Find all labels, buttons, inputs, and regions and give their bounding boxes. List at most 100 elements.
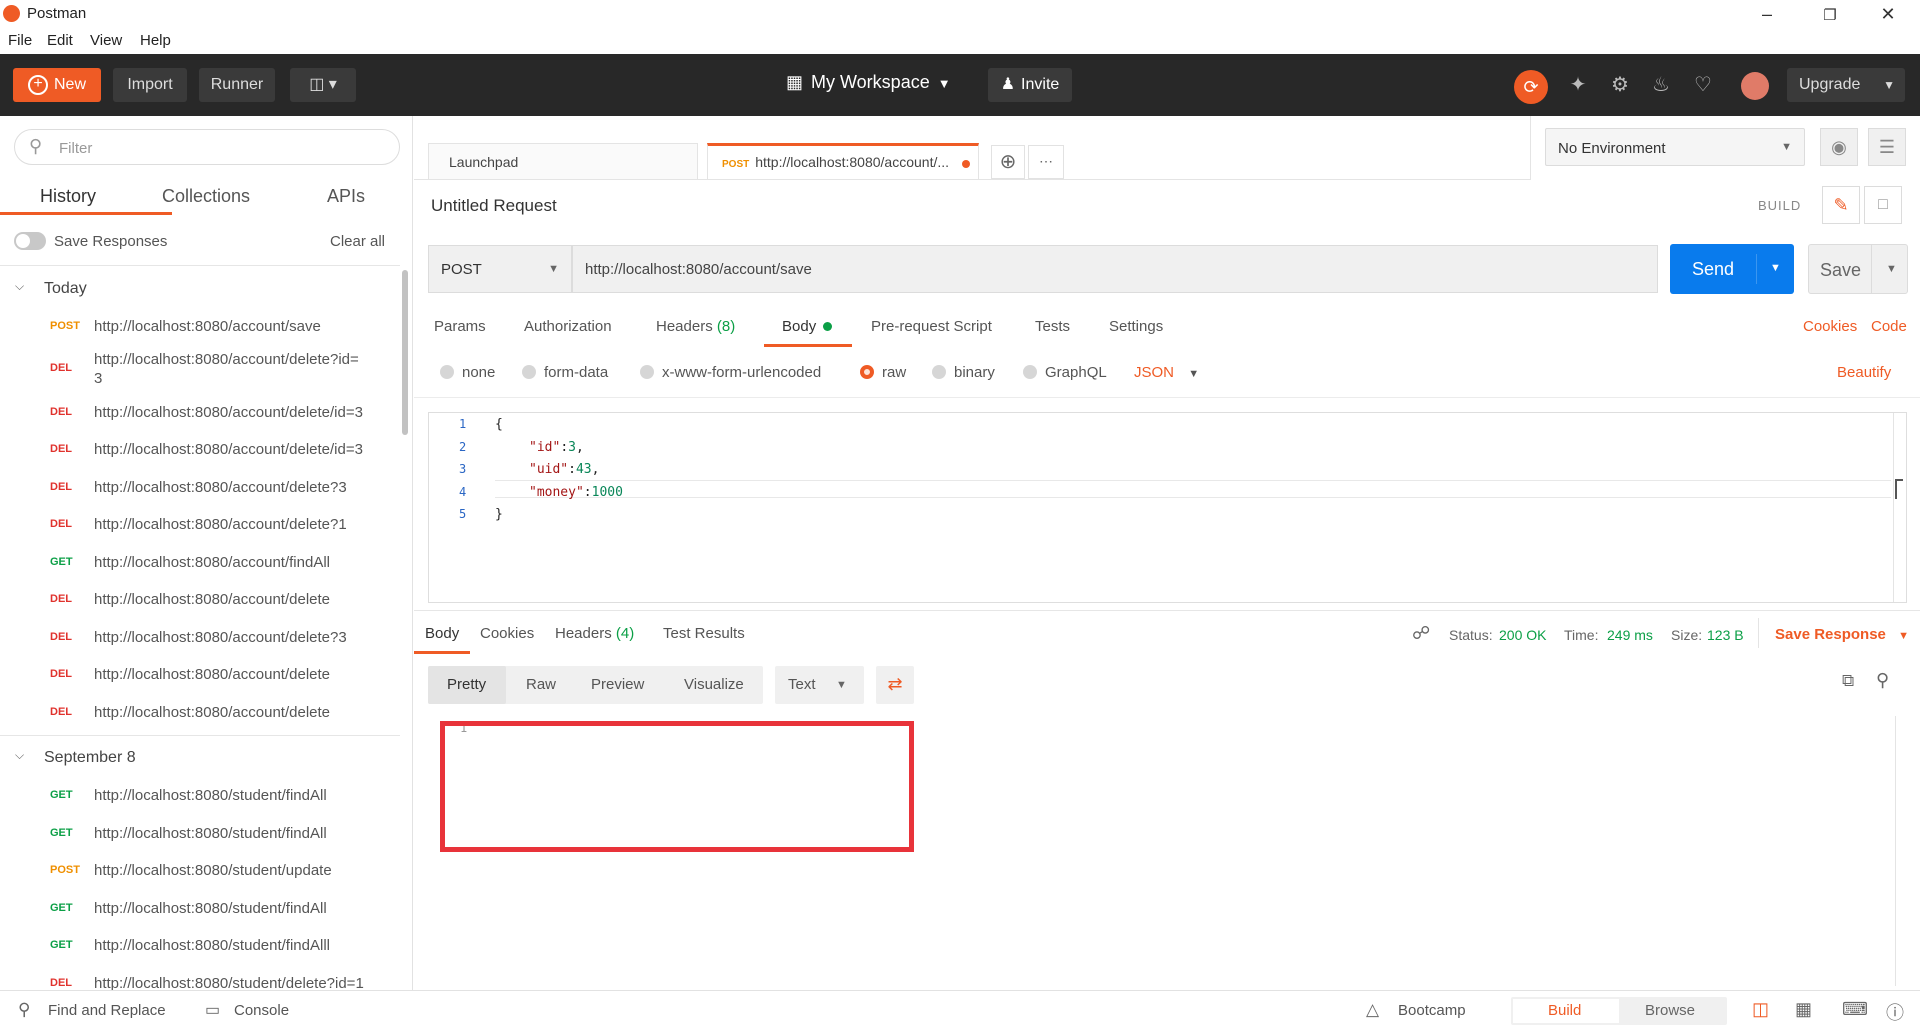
build-mode-button[interactable]: Build (1548, 1002, 1581, 1019)
menu-edit[interactable]: Edit (47, 32, 73, 49)
sidebar-scrollbar[interactable] (402, 270, 408, 435)
tab-params[interactable]: Params (434, 318, 486, 335)
response-format-select[interactable]: Text ▼ (775, 666, 864, 704)
history-item[interactable]: DEL http://localhost:8080/account/delete (0, 694, 400, 732)
cookies-link[interactable]: Cookies (1803, 318, 1857, 335)
body-type-binary[interactable]: binary (932, 364, 995, 381)
history-item[interactable]: POST http://localhost:8080/student/update (0, 852, 400, 890)
import-button[interactable]: Import (113, 68, 187, 102)
tab-headers[interactable]: Headers (8) (656, 318, 735, 335)
body-type-form-data[interactable]: form-data (522, 364, 608, 381)
history-item[interactable]: GET http://localhost:8080/student/findAll (0, 815, 400, 853)
add-tab-icon[interactable]: ⊕ (991, 145, 1025, 179)
response-tab-headers[interactable]: Headers (4) (555, 625, 634, 642)
settings-icon[interactable]: ⚙ (1607, 72, 1633, 97)
url-input[interactable]: http://localhost:8080/account/save (572, 245, 1658, 293)
beautify-link[interactable]: Beautify (1837, 364, 1891, 381)
globe-icon[interactable]: ☍ (1412, 623, 1430, 644)
tab-collections[interactable]: Collections (162, 186, 250, 207)
comments-icon[interactable]: □ (1864, 186, 1902, 224)
clear-all-button[interactable]: Clear all (330, 233, 385, 250)
chevron-down-icon[interactable]: ▼ (1770, 262, 1781, 274)
workspace-selector[interactable]: ▦ My Workspace ▼ (786, 72, 951, 93)
upgrade-button[interactable]: Upgrade ▼ (1787, 68, 1905, 102)
browse-mode-button[interactable]: Browse (1645, 1002, 1695, 1019)
keyboard-icon[interactable]: ⌨ (1842, 999, 1868, 1020)
minimize-icon[interactable]: – (1752, 4, 1782, 25)
menu-file[interactable]: File (8, 32, 32, 49)
tab-authorization[interactable]: Authorization (524, 318, 612, 335)
save-button[interactable]: Save ▼ (1808, 244, 1908, 294)
response-tab-body[interactable]: Body (425, 625, 459, 642)
edit-pencil-icon[interactable]: ✎ (1822, 186, 1860, 224)
new-window-button[interactable]: ◫ ▾ (290, 68, 356, 102)
save-responses-toggle[interactable] (14, 232, 46, 250)
tab-active-request[interactable]: POST http://localhost:8080/account/... (707, 143, 979, 179)
history-item[interactable]: DEL http://localhost:8080/account/delete?… (0, 506, 400, 544)
satellite-icon[interactable]: ✦ (1565, 72, 1591, 97)
tab-history[interactable]: History (40, 186, 96, 207)
history-item[interactable]: GET http://localhost:8080/student/findAll (0, 890, 400, 928)
environment-settings-icon[interactable]: ☰ (1868, 128, 1906, 166)
response-tab-test-results[interactable]: Test Results (663, 625, 745, 642)
avatar[interactable] (1741, 72, 1769, 100)
help-icon[interactable]: ⓘ (1886, 999, 1904, 1025)
console-button[interactable]: Console (234, 1002, 289, 1019)
notification-bell-icon[interactable]: ♨ (1648, 72, 1674, 97)
view-pretty[interactable]: Pretty (447, 676, 486, 693)
find-replace-button[interactable]: Find and Replace (48, 1002, 166, 1019)
history-item[interactable]: DEL http://localhost:8080/account/delete/… (0, 431, 400, 469)
history-item[interactable]: DEL http://localhost:8080/account/delete?… (0, 469, 400, 507)
history-item[interactable]: DEL http://localhost:8080/account/delete/… (0, 394, 400, 432)
body-type-raw[interactable]: raw (860, 364, 906, 381)
wrap-lines-icon[interactable]: ⇄ (876, 666, 914, 704)
restore-icon[interactable]: ❐ (1815, 6, 1845, 24)
tab-apis[interactable]: APIs (327, 186, 365, 207)
body-type-none[interactable]: none (440, 364, 495, 381)
tab-launchpad[interactable]: Launchpad (428, 143, 698, 179)
tab-tests[interactable]: Tests (1035, 318, 1070, 335)
body-type-graphql[interactable]: GraphQL (1023, 364, 1107, 381)
runner-button[interactable]: Runner (199, 68, 275, 102)
tab-settings[interactable]: Settings (1109, 318, 1163, 335)
eye-icon[interactable]: ◉ (1820, 128, 1858, 166)
heart-icon[interactable]: ♡ (1690, 72, 1716, 97)
bootcamp-button[interactable]: Bootcamp (1398, 1002, 1466, 1019)
history-item[interactable]: POST http://localhost:8080/account/save (0, 308, 400, 346)
history-item[interactable]: GET http://localhost:8080/student/findAll (0, 777, 400, 815)
history-item[interactable]: DEL http://localhost:8080/account/delete?… (0, 619, 400, 657)
search-icon[interactable]: ⚲ (1876, 670, 1889, 691)
menu-view[interactable]: View (90, 32, 122, 49)
history-item[interactable]: GET http://localhost:8080/student/findAll… (0, 927, 400, 965)
tab-pre-request-script[interactable]: Pre-request Script (871, 318, 992, 335)
history-item[interactable]: DEL http://localhost:8080/account/delete (0, 581, 400, 619)
two-pane-icon[interactable]: ◫ (1752, 999, 1769, 1020)
copy-icon[interactable]: ⧉ (1842, 671, 1854, 691)
send-button[interactable]: Send ▼ (1670, 244, 1794, 294)
invite-button[interactable]: ♟ Invite (988, 68, 1072, 102)
history-item[interactable]: DEL http://localhost:8080/account/delete?… (0, 346, 400, 394)
view-visualize[interactable]: Visualize (684, 676, 744, 693)
filter-input[interactable]: ⚲ Filter (14, 129, 400, 165)
chevron-down-icon[interactable]: ▼ (1886, 263, 1897, 275)
history-item[interactable]: DEL http://localhost:8080/account/delete (0, 656, 400, 694)
view-preview[interactable]: Preview (591, 676, 644, 693)
tab-body[interactable]: Body (782, 318, 833, 335)
menu-help[interactable]: Help (140, 32, 171, 49)
new-button[interactable]: + New (13, 68, 101, 102)
save-response-button[interactable]: Save Response ▼ (1775, 626, 1909, 643)
history-item[interactable]: GET http://localhost:8080/account/findAll (0, 544, 400, 582)
layout-icon[interactable]: ▦ (1795, 999, 1812, 1020)
body-format-select[interactable]: JSON ▼ (1134, 364, 1199, 381)
more-tabs-icon[interactable]: ⋯ (1028, 145, 1064, 179)
sync-icon[interactable]: ⟳ (1514, 70, 1548, 104)
response-tab-cookies[interactable]: Cookies (480, 625, 534, 642)
method-select[interactable]: POST ▼ (428, 245, 572, 293)
history-group-header[interactable]: ⌵ September 8 (0, 739, 400, 777)
history-group-header[interactable]: ⌵ Today (0, 270, 400, 308)
body-editor[interactable]: 1 {2 "id":3, 3 "uid":43, 4 "money":1000 5} (428, 412, 1907, 603)
body-type-x-www-form-urlencoded[interactable]: x-www-form-urlencoded (640, 364, 821, 381)
view-raw[interactable]: Raw (526, 676, 556, 693)
request-name[interactable]: Untitled Request (431, 196, 557, 216)
environment-selector[interactable]: No Environment ▼ (1545, 128, 1805, 166)
